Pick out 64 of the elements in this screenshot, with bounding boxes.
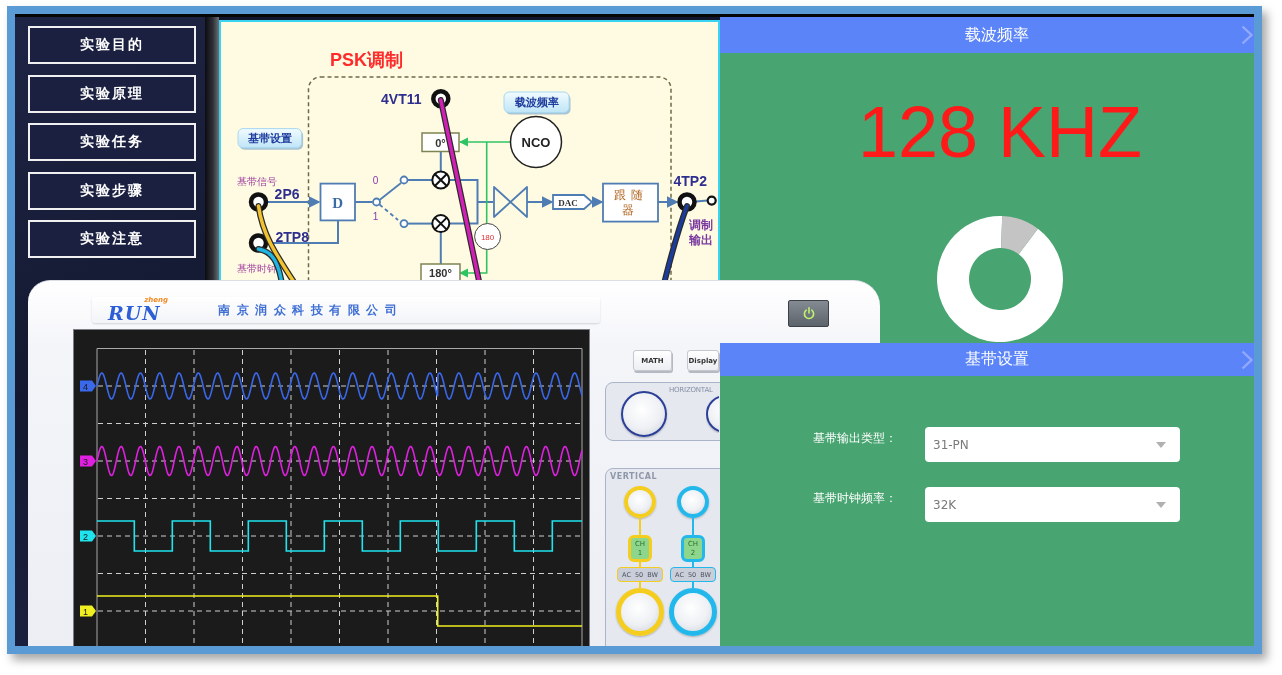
panel-title: 基带设置 (965, 349, 1029, 370)
jack-icon (248, 192, 269, 212)
sidebar-button[interactable]: 实验原理 (28, 74, 196, 113)
multiplier-icon (431, 170, 451, 190)
panel-title: 载波频率 (965, 24, 1029, 46)
channel-marker: 2 (80, 530, 96, 542)
field-label: 基带时钟频率： (813, 490, 897, 506)
sidebar-button[interactable]: 实验注意 (28, 220, 196, 258)
chevron-icon[interactable] (1241, 349, 1253, 370)
frequency-reading: 128 KHZ (857, 96, 1143, 168)
diagram-button[interactable]: 载波频率 (503, 91, 571, 115)
logo-text: RUN (108, 304, 161, 323)
chevron-icon[interactable] (1241, 25, 1253, 45)
contact-icon (706, 195, 717, 206)
test-point-label: 2P6 (274, 186, 300, 202)
panel-label: VERTICAL (610, 472, 658, 482)
company-name: 南京润众科技有限公司 (218, 301, 403, 319)
channel-marker: 3 (80, 455, 96, 467)
filter-icon (493, 186, 528, 218)
output-label: 调制输出 (689, 218, 713, 247)
test-point-label: 2TP8 (275, 229, 309, 245)
select-field[interactable]: 31-PN (925, 427, 1180, 462)
signal-wire (526, 196, 554, 208)
field-label: 基带输出类型： (813, 430, 897, 446)
signal-wire (439, 150, 442, 173)
follower-block: 跟随器 (602, 182, 659, 223)
signal-wire (695, 199, 709, 203)
signal-wire (407, 222, 433, 225)
sidebar-button[interactable]: 实验任务 (28, 123, 196, 161)
channel-marker: 4 (80, 380, 96, 392)
jack-icon (248, 233, 269, 253)
jack-icon (677, 192, 697, 212)
diagram-button[interactable]: 基带设置 (237, 128, 304, 150)
signal-wire (439, 231, 442, 265)
signal-wire (448, 179, 494, 225)
power-button[interactable] (788, 300, 829, 327)
switch-label: 1 (372, 211, 379, 222)
knob[interactable] (706, 395, 719, 433)
sidebar-button[interactable]: 实验步骤 (28, 171, 196, 210)
test-point-label: 4VT11 (381, 91, 422, 107)
sidebar-button[interactable]: 实验目的 (28, 26, 196, 64)
knob[interactable] (621, 391, 667, 437)
carrier-wire (458, 248, 488, 278)
signal-wire (591, 196, 604, 208)
signal-wire (407, 179, 433, 181)
nco-block: NCO (509, 115, 563, 169)
power-icon (802, 307, 815, 320)
multiplier-icon (431, 214, 451, 234)
switch-label: 0 (372, 175, 379, 186)
select-field[interactable]: 32K (925, 487, 1180, 522)
diagram-title: PSK调制 (330, 50, 403, 70)
caret-icon (1156, 441, 1166, 448)
d-block: D (319, 182, 356, 222)
signal-wire (657, 196, 679, 208)
channel-marker: 1 (80, 605, 96, 617)
jack-icon (431, 88, 451, 109)
dac-block: DAC (552, 194, 594, 210)
phase-block: 180° (420, 263, 461, 283)
signal-label: 基带信号 (236, 175, 277, 187)
signal-wire (354, 201, 374, 203)
phase-shifter: 180 (474, 223, 502, 250)
test-point-label: 4TP2 (673, 173, 707, 189)
caret-icon (1156, 501, 1166, 508)
switch-icon (372, 175, 409, 228)
